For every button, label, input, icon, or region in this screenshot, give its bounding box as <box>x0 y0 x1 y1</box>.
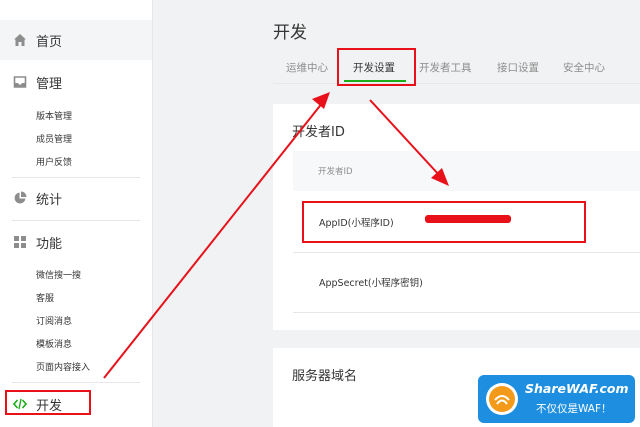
sidebar-subitem-service[interactable]: 客服 <box>36 291 54 304</box>
highlight-box-appid <box>302 201 586 243</box>
highlight-box-tab <box>337 48 416 86</box>
sidebar-item-stats[interactable]: 统计 <box>0 178 152 218</box>
sidebar-item-label: 统计 <box>36 193 63 208</box>
pie-chart-icon <box>14 191 27 204</box>
sidebar: 首页 管理 版本管理 成员管理 用户反馈 统计 功能 微信搜一搜 客服 订阅消息… <box>0 0 153 427</box>
sidebar-subitem-members[interactable]: 成员管理 <box>36 132 72 145</box>
tab-api-settings[interactable]: 接口设置 <box>497 60 539 75</box>
inbox-icon <box>13 76 27 88</box>
sidebar-divider <box>12 382 140 383</box>
sidebar-subitem-subscribe[interactable]: 订阅消息 <box>36 314 72 327</box>
sidebar-item-manage[interactable]: 管理 <box>0 62 152 102</box>
tab-security[interactable]: 安全中心 <box>563 60 605 75</box>
watermark-line2: 不仅仅是WAF！ <box>536 403 612 415</box>
sidebar-item-label: 功能 <box>36 237 63 252</box>
column-header: 开发者ID <box>318 167 353 177</box>
sidebar-item-label: 首页 <box>36 35 63 50</box>
sidebar-subitem-content[interactable]: 页面内容接入 <box>36 360 90 373</box>
appsecret-label: AppSecret(小程序密钥) <box>319 278 423 289</box>
sidebar-item-features[interactable]: 功能 <box>0 222 152 262</box>
card-title: 服务器域名 <box>292 369 358 384</box>
sidebar-item-label: 管理 <box>36 77 63 92</box>
tab-divider <box>273 83 640 84</box>
sidebar-subitem-search[interactable]: 微信搜一搜 <box>36 268 81 281</box>
watermark-badge: ShareWAF.com 不仅仅是WAF！ <box>478 375 635 423</box>
card-title: 开发者ID <box>292 125 345 140</box>
sharewaf-logo-icon <box>486 383 518 415</box>
sidebar-subitem-template[interactable]: 模板消息 <box>36 337 72 350</box>
sidebar-item-home[interactable]: 首页 <box>0 20 152 60</box>
sidebar-subitem-version[interactable]: 版本管理 <box>36 109 72 122</box>
tab-dev-tools[interactable]: 开发者工具 <box>419 60 472 75</box>
table-header: 开发者ID <box>293 151 640 191</box>
sidebar-divider <box>12 220 140 221</box>
grid-icon <box>14 236 26 248</box>
tab-bar: 运维中心 开发设置 开发者工具 接口设置 安全中心 <box>273 55 640 83</box>
table-row-appsecret: AppSecret(小程序密钥) <box>293 252 640 313</box>
watermark-line1: ShareWAF.com <box>525 381 629 396</box>
tab-ops[interactable]: 运维中心 <box>286 60 328 75</box>
highlight-box-develop <box>5 390 91 415</box>
home-icon <box>14 34 26 46</box>
page-title: 开发 <box>273 23 307 43</box>
sidebar-subitem-feedback[interactable]: 用户反馈 <box>36 155 72 168</box>
